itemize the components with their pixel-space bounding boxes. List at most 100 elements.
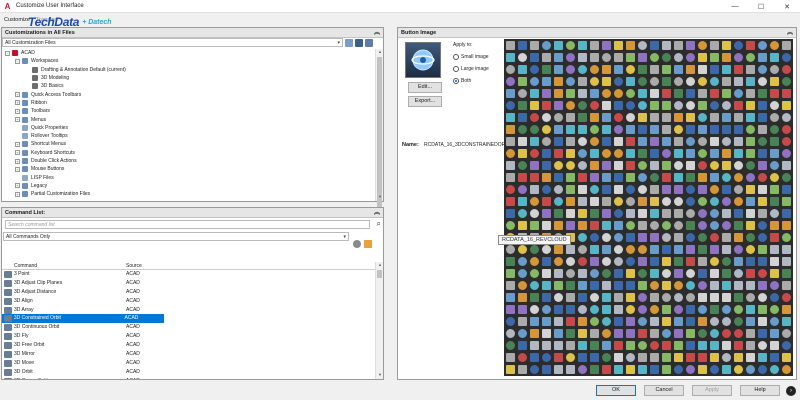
button-image-thumbnail[interactable] bbox=[734, 305, 743, 314]
button-image-thumbnail[interactable] bbox=[746, 257, 755, 266]
button-image-thumbnail[interactable] bbox=[518, 101, 527, 110]
button-image-thumbnail[interactable] bbox=[782, 341, 791, 350]
button-image-thumbnail[interactable] bbox=[758, 341, 767, 350]
button-image-thumbnail[interactable] bbox=[710, 245, 719, 254]
column-source[interactable]: Source bbox=[126, 262, 166, 269]
expand-toggle-icon[interactable]: + bbox=[15, 150, 20, 156]
button-image-thumbnail[interactable] bbox=[770, 209, 779, 218]
button-image-thumbnail[interactable] bbox=[650, 149, 659, 158]
button-image-thumbnail[interactable] bbox=[626, 305, 635, 314]
button-image-thumbnail[interactable] bbox=[722, 185, 731, 194]
button-image-thumbnail[interactable] bbox=[734, 317, 743, 326]
button-image-thumbnail[interactable] bbox=[674, 197, 683, 206]
button-image-thumbnail[interactable] bbox=[578, 65, 587, 74]
button-image-thumbnail[interactable] bbox=[602, 101, 611, 110]
button-image-thumbnail[interactable] bbox=[530, 281, 539, 290]
expand-toggle-icon[interactable]: − bbox=[15, 58, 20, 64]
button-image-thumbnail[interactable] bbox=[770, 305, 779, 314]
button-image-thumbnail[interactable] bbox=[734, 161, 743, 170]
button-image-thumbnail[interactable] bbox=[686, 233, 695, 242]
button-image-thumbnail[interactable] bbox=[686, 353, 695, 362]
button-image-thumbnail[interactable] bbox=[686, 137, 695, 146]
button-image-thumbnail[interactable] bbox=[554, 281, 563, 290]
button-image-thumbnail[interactable] bbox=[602, 269, 611, 278]
button-image-thumbnail[interactable] bbox=[626, 113, 635, 122]
button-image-thumbnail[interactable] bbox=[542, 353, 551, 362]
button-image-thumbnail[interactable] bbox=[590, 353, 599, 362]
button-image-thumbnail[interactable] bbox=[734, 89, 743, 98]
collapse-icon[interactable]: ︽ bbox=[787, 28, 793, 38]
expand-toggle-icon[interactable]: + bbox=[15, 141, 20, 147]
tree-node[interactable]: + Quick Access Toolbars bbox=[2, 90, 375, 98]
button-image-thumbnail[interactable] bbox=[746, 161, 755, 170]
button-image-thumbnail[interactable] bbox=[734, 77, 743, 86]
button-image-thumbnail[interactable] bbox=[566, 365, 575, 374]
button-image-thumbnail[interactable] bbox=[746, 233, 755, 242]
button-image-thumbnail[interactable] bbox=[674, 173, 683, 182]
button-image-thumbnail[interactable] bbox=[614, 41, 623, 50]
button-image-thumbnail[interactable] bbox=[782, 269, 791, 278]
button-image-thumbnail[interactable] bbox=[662, 281, 671, 290]
command-search-input[interactable]: Search command list ⌕ bbox=[5, 220, 381, 229]
button-image-thumbnail[interactable] bbox=[758, 305, 767, 314]
button-image-thumbnail[interactable] bbox=[578, 353, 587, 362]
button-image-thumbnail[interactable] bbox=[662, 197, 671, 206]
button-image-thumbnail[interactable] bbox=[578, 365, 587, 374]
button-image-thumbnail[interactable] bbox=[650, 341, 659, 350]
command-filter-dropdown[interactable]: All Commands Only ▾ bbox=[3, 232, 349, 241]
button-image-thumbnail[interactable] bbox=[710, 125, 719, 134]
button-image-thumbnail[interactable] bbox=[722, 353, 731, 362]
button-image-thumbnail[interactable] bbox=[650, 317, 659, 326]
button-image-thumbnail[interactable] bbox=[578, 221, 587, 230]
command-row[interactable]: 3D Constrained Orbit ACAD bbox=[2, 314, 164, 324]
button-image-thumbnail[interactable] bbox=[638, 305, 647, 314]
button-image-thumbnail[interactable] bbox=[602, 353, 611, 362]
button-image-thumbnail[interactable] bbox=[506, 305, 515, 314]
button-image-thumbnail[interactable] bbox=[602, 41, 611, 50]
button-image-thumbnail[interactable] bbox=[638, 233, 647, 242]
button-image-thumbnail[interactable] bbox=[698, 197, 707, 206]
button-image-thumbnail[interactable] bbox=[758, 89, 767, 98]
button-image-thumbnail[interactable] bbox=[578, 329, 587, 338]
button-image-thumbnail[interactable] bbox=[542, 209, 551, 218]
button-image-thumbnail[interactable] bbox=[758, 317, 767, 326]
button-image-thumbnail[interactable] bbox=[530, 293, 539, 302]
button-image-thumbnail[interactable] bbox=[782, 173, 791, 182]
button-image-thumbnail[interactable] bbox=[686, 89, 695, 98]
button-image-thumbnail[interactable] bbox=[674, 113, 683, 122]
button-image-thumbnail[interactable] bbox=[506, 209, 515, 218]
button-image-thumbnail[interactable] bbox=[602, 329, 611, 338]
button-image-thumbnail[interactable] bbox=[614, 365, 623, 374]
button-image-thumbnail[interactable] bbox=[578, 125, 587, 134]
button-image-thumbnail[interactable] bbox=[566, 209, 575, 218]
button-image-thumbnail[interactable] bbox=[650, 77, 659, 86]
button-image-thumbnail[interactable] bbox=[530, 149, 539, 158]
button-image-thumbnail[interactable] bbox=[674, 209, 683, 218]
button-image-thumbnail[interactable] bbox=[626, 293, 635, 302]
button-image-thumbnail[interactable] bbox=[626, 77, 635, 86]
button-image-thumbnail[interactable] bbox=[782, 77, 791, 86]
button-image-thumbnail[interactable] bbox=[626, 125, 635, 134]
button-image-thumbnail[interactable] bbox=[614, 197, 623, 206]
button-image-thumbnail[interactable] bbox=[650, 125, 659, 134]
button-image-thumbnail[interactable] bbox=[662, 293, 671, 302]
button-image-thumbnail[interactable] bbox=[710, 257, 719, 266]
button-image-thumbnail[interactable] bbox=[746, 89, 755, 98]
button-image-thumbnail[interactable] bbox=[554, 197, 563, 206]
button-image-thumbnail[interactable] bbox=[638, 101, 647, 110]
button-image-thumbnail[interactable] bbox=[710, 173, 719, 182]
edit-button[interactable]: Edit... bbox=[408, 82, 442, 93]
button-image-thumbnail[interactable] bbox=[506, 101, 515, 110]
button-image-thumbnail[interactable] bbox=[542, 53, 551, 62]
button-image-thumbnail[interactable] bbox=[506, 113, 515, 122]
command-scroll-thumb[interactable] bbox=[377, 270, 382, 278]
button-image-thumbnail[interactable] bbox=[602, 65, 611, 74]
collapse-icon[interactable]: ︽ bbox=[374, 28, 380, 38]
button-image-thumbnail[interactable] bbox=[566, 173, 575, 182]
button-image-thumbnail[interactable] bbox=[518, 365, 527, 374]
button-image-thumbnail[interactable] bbox=[698, 293, 707, 302]
button-image-thumbnail[interactable] bbox=[554, 245, 563, 254]
button-image-thumbnail[interactable] bbox=[746, 353, 755, 362]
button-image-thumbnail[interactable] bbox=[602, 197, 611, 206]
button-image-thumbnail[interactable] bbox=[746, 365, 755, 374]
